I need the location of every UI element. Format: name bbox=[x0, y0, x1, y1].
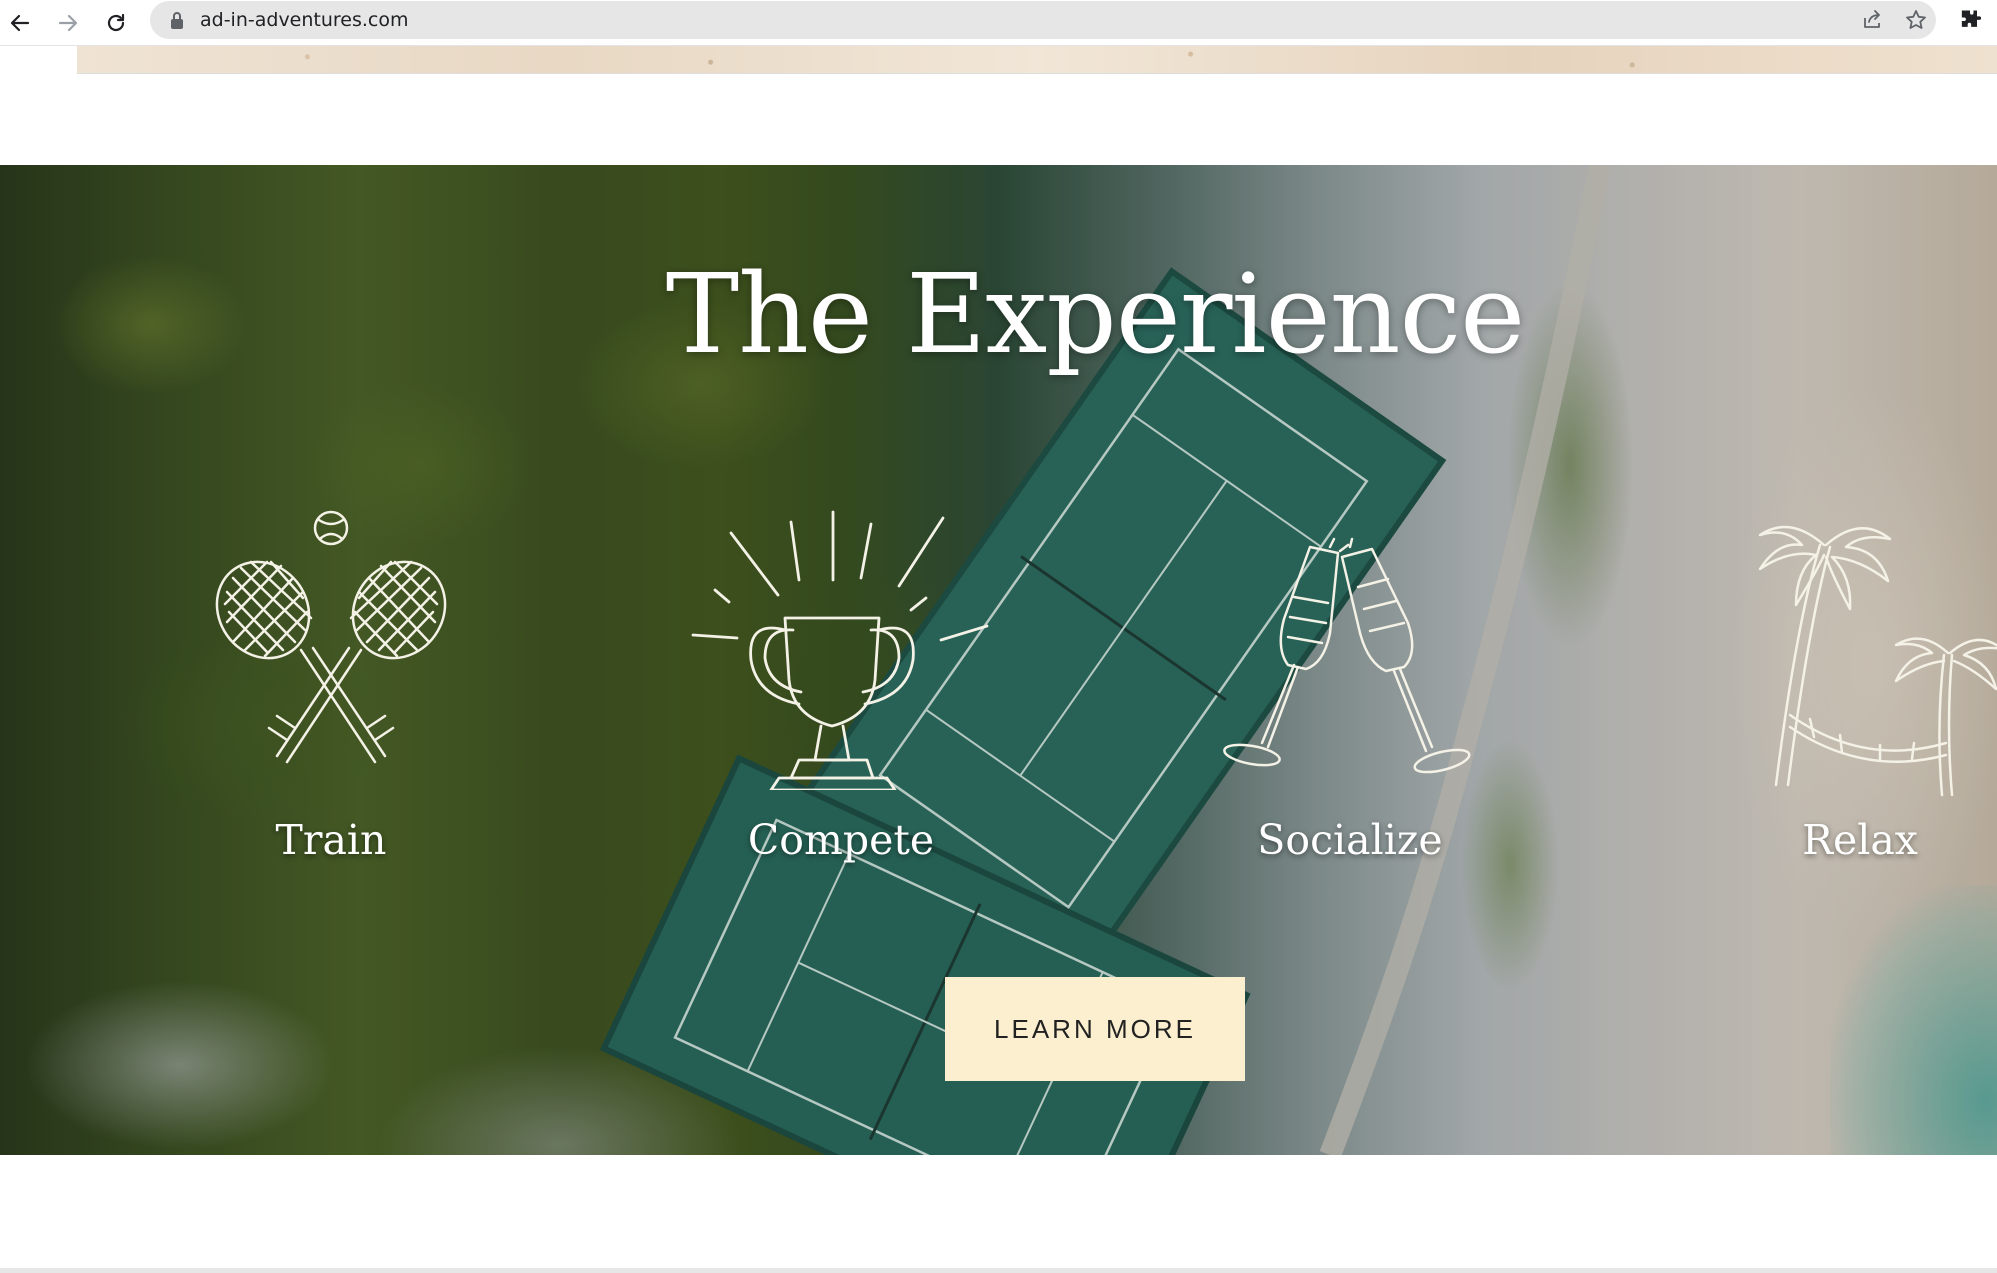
browser-toolbar: ad-in-adventures.com bbox=[0, 0, 1997, 46]
url-text: ad-in-adventures.com bbox=[200, 9, 409, 31]
feature-label: Relax bbox=[1802, 816, 1918, 864]
banner-image-strip bbox=[77, 46, 1997, 74]
page-bottom-divider bbox=[0, 1268, 1997, 1273]
forward-button[interactable] bbox=[51, 6, 85, 40]
puzzle-icon[interactable] bbox=[1956, 7, 1984, 35]
feature-label: Train bbox=[275, 816, 387, 864]
arrow-right-icon bbox=[58, 14, 78, 32]
reload-button[interactable] bbox=[99, 6, 133, 40]
lock-icon bbox=[171, 12, 183, 29]
champagne-glasses-icon bbox=[1223, 537, 1471, 774]
reload-icon bbox=[107, 13, 125, 32]
arrow-left-icon bbox=[10, 14, 30, 32]
feature-relax: Relax bbox=[1700, 165, 1997, 1155]
learn-more-button[interactable]: LEARN MORE bbox=[945, 977, 1245, 1081]
star-icon[interactable] bbox=[1904, 8, 1928, 32]
trophy-icon bbox=[691, 510, 989, 790]
feature-label: Compete bbox=[747, 816, 935, 864]
feature-label: Socialize bbox=[1257, 816, 1443, 864]
address-bar[interactable]: ad-in-adventures.com bbox=[150, 1, 1936, 39]
palm-trees-hammock-icon bbox=[1758, 525, 1997, 797]
feature-train: Train bbox=[171, 165, 491, 1155]
experience-hero: The Experience Train Compete Socialize R… bbox=[0, 165, 1997, 1155]
share-icon[interactable] bbox=[1860, 8, 1884, 32]
back-button[interactable] bbox=[3, 6, 37, 40]
tennis-rackets-icon bbox=[215, 510, 447, 764]
